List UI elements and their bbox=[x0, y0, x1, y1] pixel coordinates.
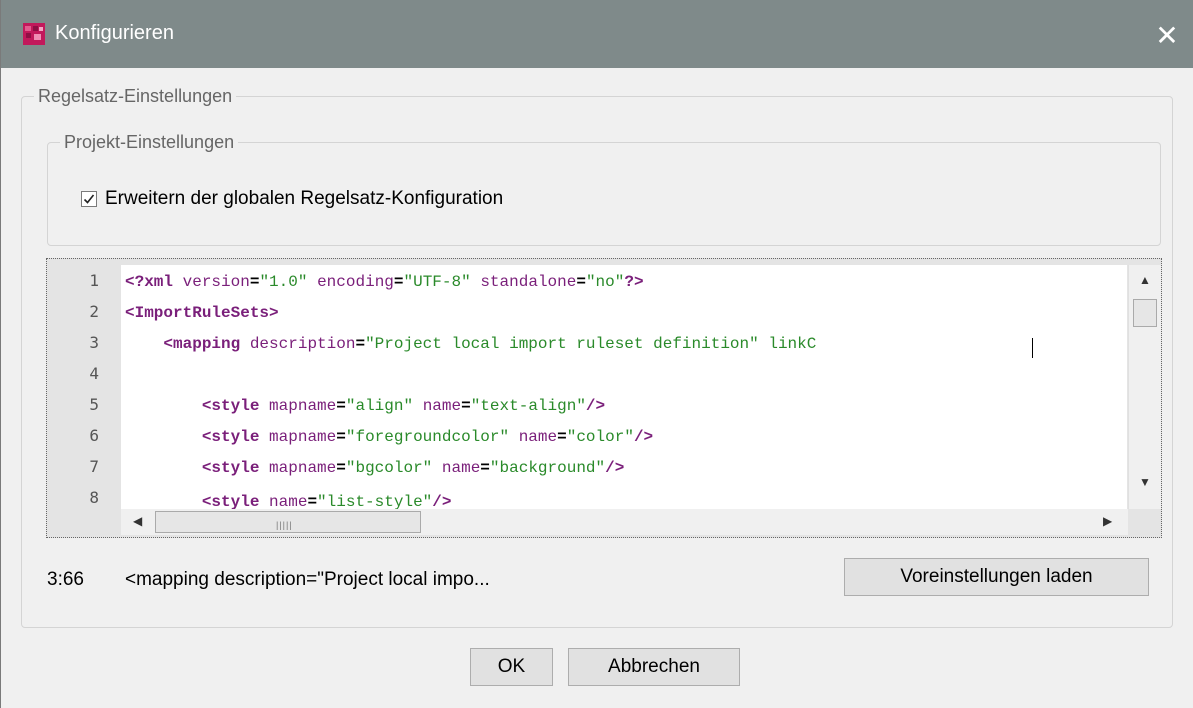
ok-button[interactable]: OK bbox=[470, 648, 553, 686]
project-settings-legend: Projekt-Einstellungen bbox=[64, 132, 235, 152]
code-line: <style mapname="bgcolor" name="backgroun… bbox=[201, 459, 625, 477]
configure-dialog: Konfigurieren ✕ Regelsatz-Einstellungen … bbox=[0, 0, 1193, 708]
title-bar[interactable]: Konfigurieren ✕ bbox=[1, 0, 1193, 68]
extend-global-ruleset-label: Erweitern der globalen Regelsatz-Konfigu… bbox=[105, 188, 504, 209]
checkmark-icon bbox=[83, 194, 95, 204]
horizontal-scrollbar[interactable]: ◀ ||||| ▶ bbox=[121, 509, 1128, 535]
scroll-down-icon[interactable]: ▼ bbox=[1139, 475, 1151, 489]
line-number: 7 bbox=[89, 457, 99, 476]
window-title: Konfigurieren bbox=[55, 22, 174, 44]
grip-icon: ||||| bbox=[276, 520, 293, 530]
line-number: 1 bbox=[89, 271, 99, 290]
code-line: <mapping description="Project local impo… bbox=[163, 335, 817, 353]
extend-global-ruleset-option[interactable]: Erweitern der globalen Regelsatz-Konfigu… bbox=[81, 188, 503, 210]
line-number-gutter: 1 2 3 4 5 6 7 8 bbox=[47, 265, 121, 509]
line-number: 2 bbox=[89, 302, 99, 321]
app-icon bbox=[23, 23, 45, 45]
code-area[interactable]: <?xml version="1.0" encoding="UTF-8" sta… bbox=[121, 265, 1127, 509]
code-line: <ImportRuleSets> bbox=[125, 304, 279, 322]
line-number: 3 bbox=[89, 333, 99, 352]
cursor-position: 3:66 bbox=[47, 569, 84, 590]
line-number: 4 bbox=[89, 364, 99, 383]
ruleset-settings-legend: Regelsatz-Einstellungen bbox=[38, 86, 233, 106]
vertical-scroll-thumb[interactable] bbox=[1133, 299, 1157, 327]
line-number: 6 bbox=[89, 426, 99, 445]
code-line: <?xml version="1.0" encoding="UTF-8" sta… bbox=[125, 273, 644, 291]
text-caret bbox=[1032, 338, 1033, 358]
cancel-button[interactable]: Abbrechen bbox=[568, 648, 740, 686]
vertical-scrollbar[interactable]: ▲ ▼ bbox=[1128, 265, 1161, 509]
scroll-left-icon[interactable]: ◀ bbox=[133, 514, 142, 528]
close-icon[interactable]: ✕ bbox=[1149, 18, 1185, 54]
line-number: 5 bbox=[89, 395, 99, 414]
current-element-context: <mapping description="Project local impo… bbox=[125, 569, 490, 590]
code-line: <style mapname="align" name="text-align"… bbox=[201, 397, 606, 415]
horizontal-scroll-thumb[interactable]: ||||| bbox=[155, 511, 421, 533]
line-number: 8 bbox=[89, 488, 99, 507]
code-line: <style mapname="foregroundcolor" name="c… bbox=[201, 428, 654, 446]
scroll-up-icon[interactable]: ▲ bbox=[1139, 273, 1151, 287]
code-line: <style name="list-style"/> bbox=[201, 493, 452, 509]
load-defaults-button[interactable]: Voreinstellungen laden bbox=[844, 558, 1149, 596]
extend-global-ruleset-checkbox[interactable] bbox=[81, 191, 97, 207]
scroll-right-icon[interactable]: ▶ bbox=[1103, 514, 1112, 528]
